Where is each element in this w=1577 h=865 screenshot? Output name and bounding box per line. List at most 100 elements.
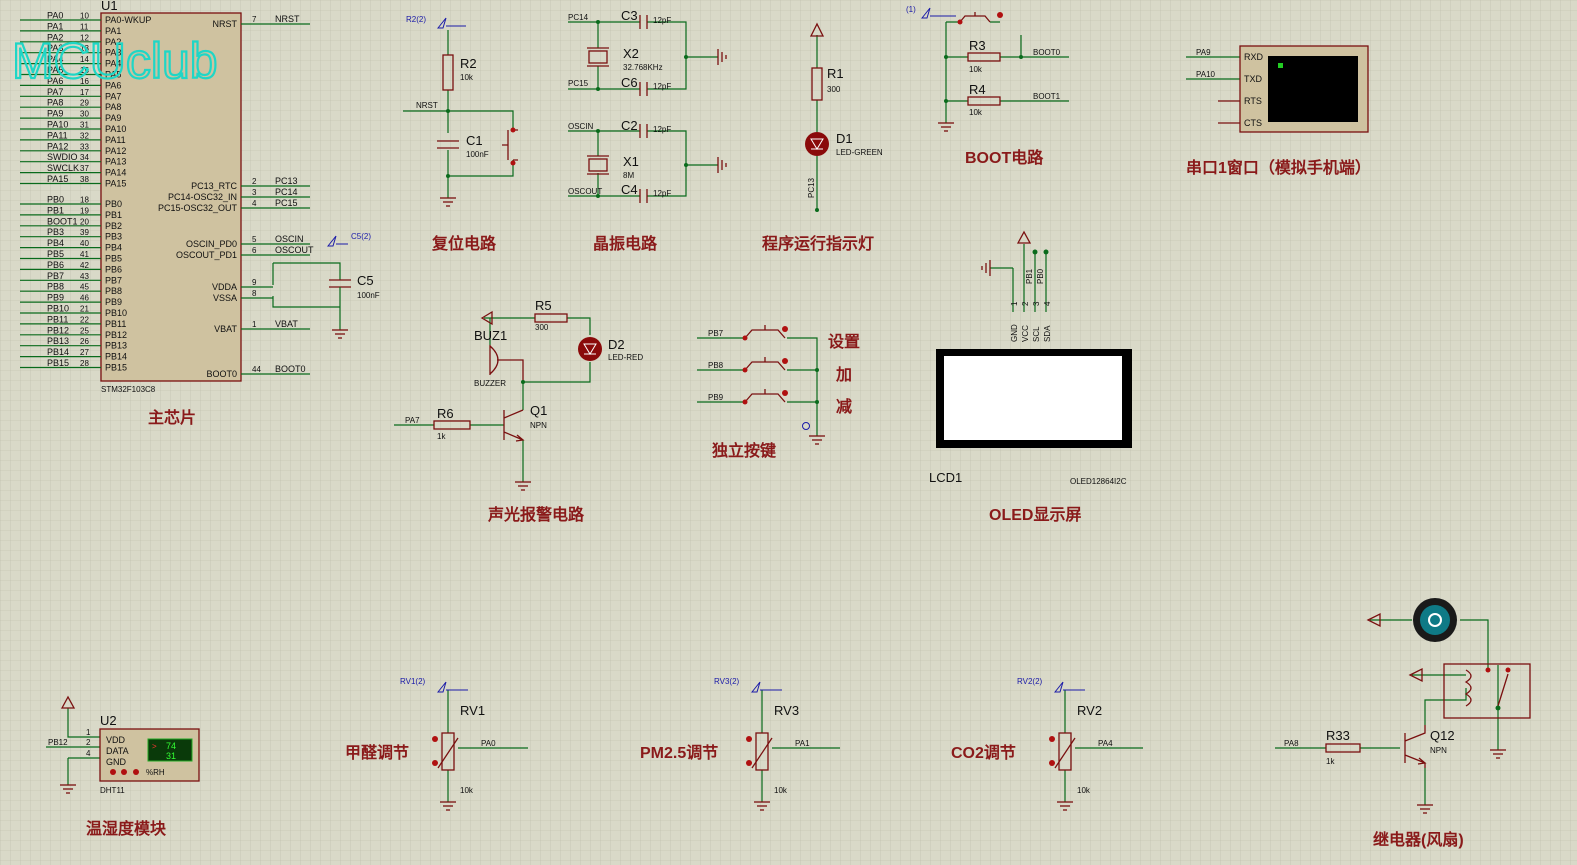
key-label-plus: 加 bbox=[835, 366, 852, 384]
pin-net-label: PB14 bbox=[47, 347, 69, 357]
d1-ref: D1 bbox=[836, 131, 853, 146]
pin-number: 45 bbox=[80, 283, 89, 292]
pin-name: PB7 bbox=[105, 275, 122, 285]
nrst-net: NRST bbox=[416, 101, 438, 110]
r1-ref: R1 bbox=[827, 66, 844, 81]
pin-net-label: PA12 bbox=[47, 141, 68, 151]
rts-pin: RTS bbox=[1244, 96, 1262, 106]
pin-name: PB11 bbox=[105, 319, 126, 329]
dht-temp: 74 bbox=[166, 741, 176, 751]
pin-number: 11 bbox=[80, 22, 89, 31]
buz1-ref: BUZ1 bbox=[474, 328, 507, 343]
pin-net-label: OSCOUT bbox=[275, 245, 314, 255]
pin-name: VBAT bbox=[214, 324, 237, 334]
pin-name: PB13 bbox=[105, 341, 127, 351]
pin-name: PA12 bbox=[105, 146, 126, 156]
pin-name: PA10 bbox=[105, 124, 126, 134]
pin-number: 22 bbox=[80, 315, 89, 324]
title-uart: 串口1窗口（模拟手机端） bbox=[1186, 158, 1371, 177]
pin-net-label: PB8 bbox=[47, 282, 64, 292]
pin-name: PB5 bbox=[105, 254, 122, 264]
pin-net-label: PB3 bbox=[47, 227, 64, 237]
pin-name: PB14 bbox=[105, 352, 127, 362]
dht-down-button[interactable] bbox=[110, 769, 116, 775]
rv1-probe: RV1(2) bbox=[400, 677, 426, 686]
title-keys: 独立按键 bbox=[712, 441, 776, 460]
oled-screen bbox=[944, 356, 1122, 440]
r3-ref: R3 bbox=[969, 38, 986, 53]
pin-number: 9 bbox=[252, 278, 257, 287]
c4-ref: C4 bbox=[621, 182, 638, 197]
pin-number: 32 bbox=[80, 131, 89, 140]
pin-net-label: PA11 bbox=[47, 130, 68, 140]
rv2-val: 10k bbox=[1077, 786, 1091, 795]
boot1-net: BOOT1 bbox=[1033, 92, 1061, 101]
lcd1-ref: LCD1 bbox=[929, 470, 962, 485]
oscout-net: OSCOUT bbox=[568, 187, 602, 196]
pin-name: PB3 bbox=[105, 232, 122, 242]
pin-name: PB0 bbox=[105, 199, 122, 209]
c5-ref: C5 bbox=[357, 273, 374, 288]
rv3-ref: RV3 bbox=[774, 703, 799, 718]
pin-net-label: NRST bbox=[275, 14, 300, 24]
c1-ref: C1 bbox=[466, 133, 483, 148]
pin-name: PB12 bbox=[105, 330, 127, 340]
led-red-icon bbox=[578, 337, 602, 361]
oled-part: OLED12864I2C bbox=[1070, 477, 1127, 486]
pin-net-label: PA15 bbox=[47, 174, 68, 184]
pin-number: 28 bbox=[80, 359, 89, 368]
pin-number: 29 bbox=[80, 99, 89, 108]
title-hcho: 甲醛调节 bbox=[345, 743, 409, 762]
dht-data: DATA bbox=[106, 746, 129, 756]
title-indicator: 程序运行指示灯 bbox=[762, 234, 874, 253]
pin-net-label: PB0 bbox=[47, 195, 64, 205]
c2-ref: C2 bbox=[621, 118, 638, 133]
r4-val: 10k bbox=[969, 108, 983, 117]
pin-name: PA7 bbox=[105, 91, 121, 101]
c6-val: 12pF bbox=[653, 82, 671, 91]
title-boot: BOOT电路 bbox=[965, 148, 1044, 167]
q1-ref: Q1 bbox=[530, 403, 547, 418]
pin-net-label: SWDIO bbox=[47, 152, 78, 162]
pin-name: PA15 bbox=[105, 179, 126, 189]
rv1-ref: RV1 bbox=[460, 703, 485, 718]
pin-net-label: PB13 bbox=[47, 336, 69, 346]
title-reset: 复位电路 bbox=[431, 234, 497, 253]
r2-val: 10k bbox=[460, 73, 474, 82]
pa9-net: PA9 bbox=[1196, 48, 1211, 57]
pin-number: 31 bbox=[80, 121, 89, 130]
title-co2: CO2调节 bbox=[951, 743, 1016, 762]
pin-net-label: PB1 bbox=[47, 205, 64, 215]
oled-pin4: 4 bbox=[1043, 301, 1052, 306]
rv2-ref: RV2 bbox=[1077, 703, 1102, 718]
pin-number: 2 bbox=[252, 177, 257, 186]
r1-val: 300 bbox=[827, 85, 841, 94]
pin-number: 18 bbox=[80, 196, 89, 205]
r6-val: 1k bbox=[437, 432, 446, 441]
r5-ref: R5 bbox=[535, 298, 552, 313]
pin-name: VDDA bbox=[212, 282, 237, 292]
schematic-canvas[interactable]: U1 STM32F103C8 PA0 10 PA0-WKUPPA1 11 PA1PA2 1… bbox=[0, 0, 1577, 865]
d2-ref: D2 bbox=[608, 337, 625, 352]
dht-num4: 4 bbox=[86, 749, 91, 758]
r2-probe: R2(2) bbox=[406, 15, 426, 24]
x1-val: 8M bbox=[623, 171, 634, 180]
pin-name: PA13 bbox=[105, 157, 126, 167]
pin-net-label: PB12 bbox=[47, 325, 69, 335]
dht-up-button[interactable] bbox=[121, 769, 127, 775]
pa10-net: PA10 bbox=[1196, 70, 1216, 79]
pin-net-label: PA10 bbox=[47, 120, 68, 130]
rv3-probe: RV3(2) bbox=[714, 677, 740, 686]
pin-number: 7 bbox=[252, 15, 257, 24]
q12-ref: Q12 bbox=[1430, 728, 1455, 743]
pin-net-label: PC13 bbox=[275, 176, 298, 186]
pin-number: 33 bbox=[80, 142, 89, 151]
pin-number: 21 bbox=[80, 305, 89, 314]
pin-name: PB15 bbox=[105, 363, 127, 373]
pin-number: 27 bbox=[80, 348, 89, 357]
key-label-setting: 设置 bbox=[828, 333, 860, 351]
c1-val: 100nF bbox=[466, 150, 489, 159]
pin-name: PA11 bbox=[105, 135, 126, 145]
pin-net-label: PB6 bbox=[47, 260, 64, 270]
oled-pin2: 2 bbox=[1021, 301, 1030, 306]
